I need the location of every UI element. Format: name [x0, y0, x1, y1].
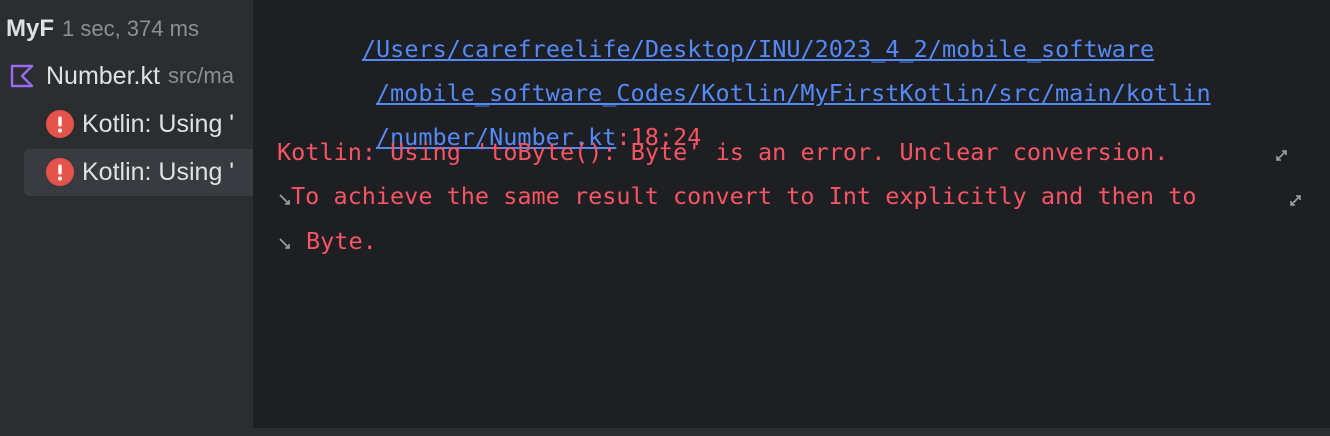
run-node[interactable]: MyF 1 sec, 374 ms	[6, 6, 199, 52]
error-node[interactable]: Kotlin: Using '	[46, 101, 234, 147]
file-path: src/ma	[167, 63, 234, 88]
file-name: Number.kt	[46, 61, 160, 90]
problems-tree: MyF 1 sec, 374 ms Number.kt src/ma Kotli…	[0, 0, 253, 428]
error-icon	[46, 158, 74, 186]
error-message-line2: To achieve the same result convert to In…	[291, 182, 1197, 210]
error-node-selected[interactable]: Kotlin: Using '	[46, 149, 234, 195]
soft-wrap-icon	[279, 238, 290, 249]
error-summary: Kotlin: Using '	[82, 109, 235, 138]
run-console: MyF 1 sec, 374 ms Number.kt src/ma Kotli…	[0, 0, 1330, 436]
soft-wrap-icon	[1276, 150, 1287, 161]
error-icon	[46, 110, 74, 138]
error-message-line3: Byte.	[306, 227, 377, 255]
soft-wrap-icon	[1290, 195, 1301, 206]
run-duration: 1 sec, 374 ms	[62, 16, 199, 41]
kotlin-file-icon	[10, 64, 34, 88]
file-node[interactable]: Number.kt src/ma	[8, 53, 234, 99]
error-message-line1: Kotlin: Using 'toByte(): Byte' is an err…	[277, 138, 1169, 166]
error-details: /Users/carefreelife/Desktop/INU/2023_4_2…	[253, 0, 1330, 428]
bottom-border	[0, 428, 1330, 436]
run-name: MyF	[6, 15, 54, 42]
error-summary: Kotlin: Using '	[82, 157, 235, 186]
